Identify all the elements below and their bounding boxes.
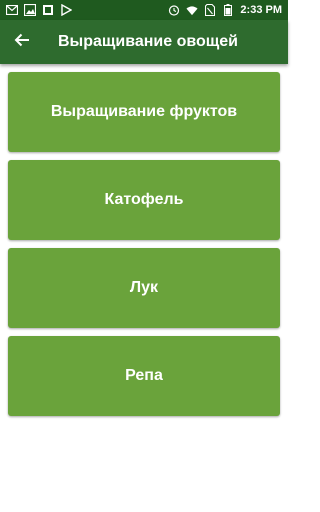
list-item-label: Катофель (104, 191, 184, 208)
app-bar: Выращивание овощей (0, 20, 288, 64)
battery-icon (222, 4, 234, 16)
list-item-fruits[interactable]: Выращивание фруктов (8, 72, 280, 152)
play-store-icon (60, 4, 72, 16)
wifi-icon (186, 4, 198, 16)
no-sim-icon (204, 4, 216, 16)
list-item-label: Лук (129, 279, 159, 296)
list-item-label: Репа (125, 367, 163, 384)
list-item-onion[interactable]: Лук (8, 248, 280, 328)
list-item-potato[interactable]: Катофель (8, 160, 280, 240)
image-icon (24, 4, 36, 16)
system-icons: 2:33 PM (168, 4, 282, 16)
gmail-icon (6, 4, 18, 16)
status-bar: 2:33 PM (0, 0, 288, 20)
arrow-back-icon (14, 32, 30, 53)
back-button[interactable] (0, 20, 44, 64)
photos-icon (42, 4, 54, 16)
list-item-turnip[interactable]: Репа (8, 336, 280, 416)
list-item-label: Выращивание фруктов (50, 103, 238, 120)
clock-time: 2:33 PM (240, 4, 282, 16)
page-title: Выращивание овощей (58, 33, 238, 50)
notification-icons (6, 4, 72, 16)
alarm-icon (168, 4, 180, 16)
